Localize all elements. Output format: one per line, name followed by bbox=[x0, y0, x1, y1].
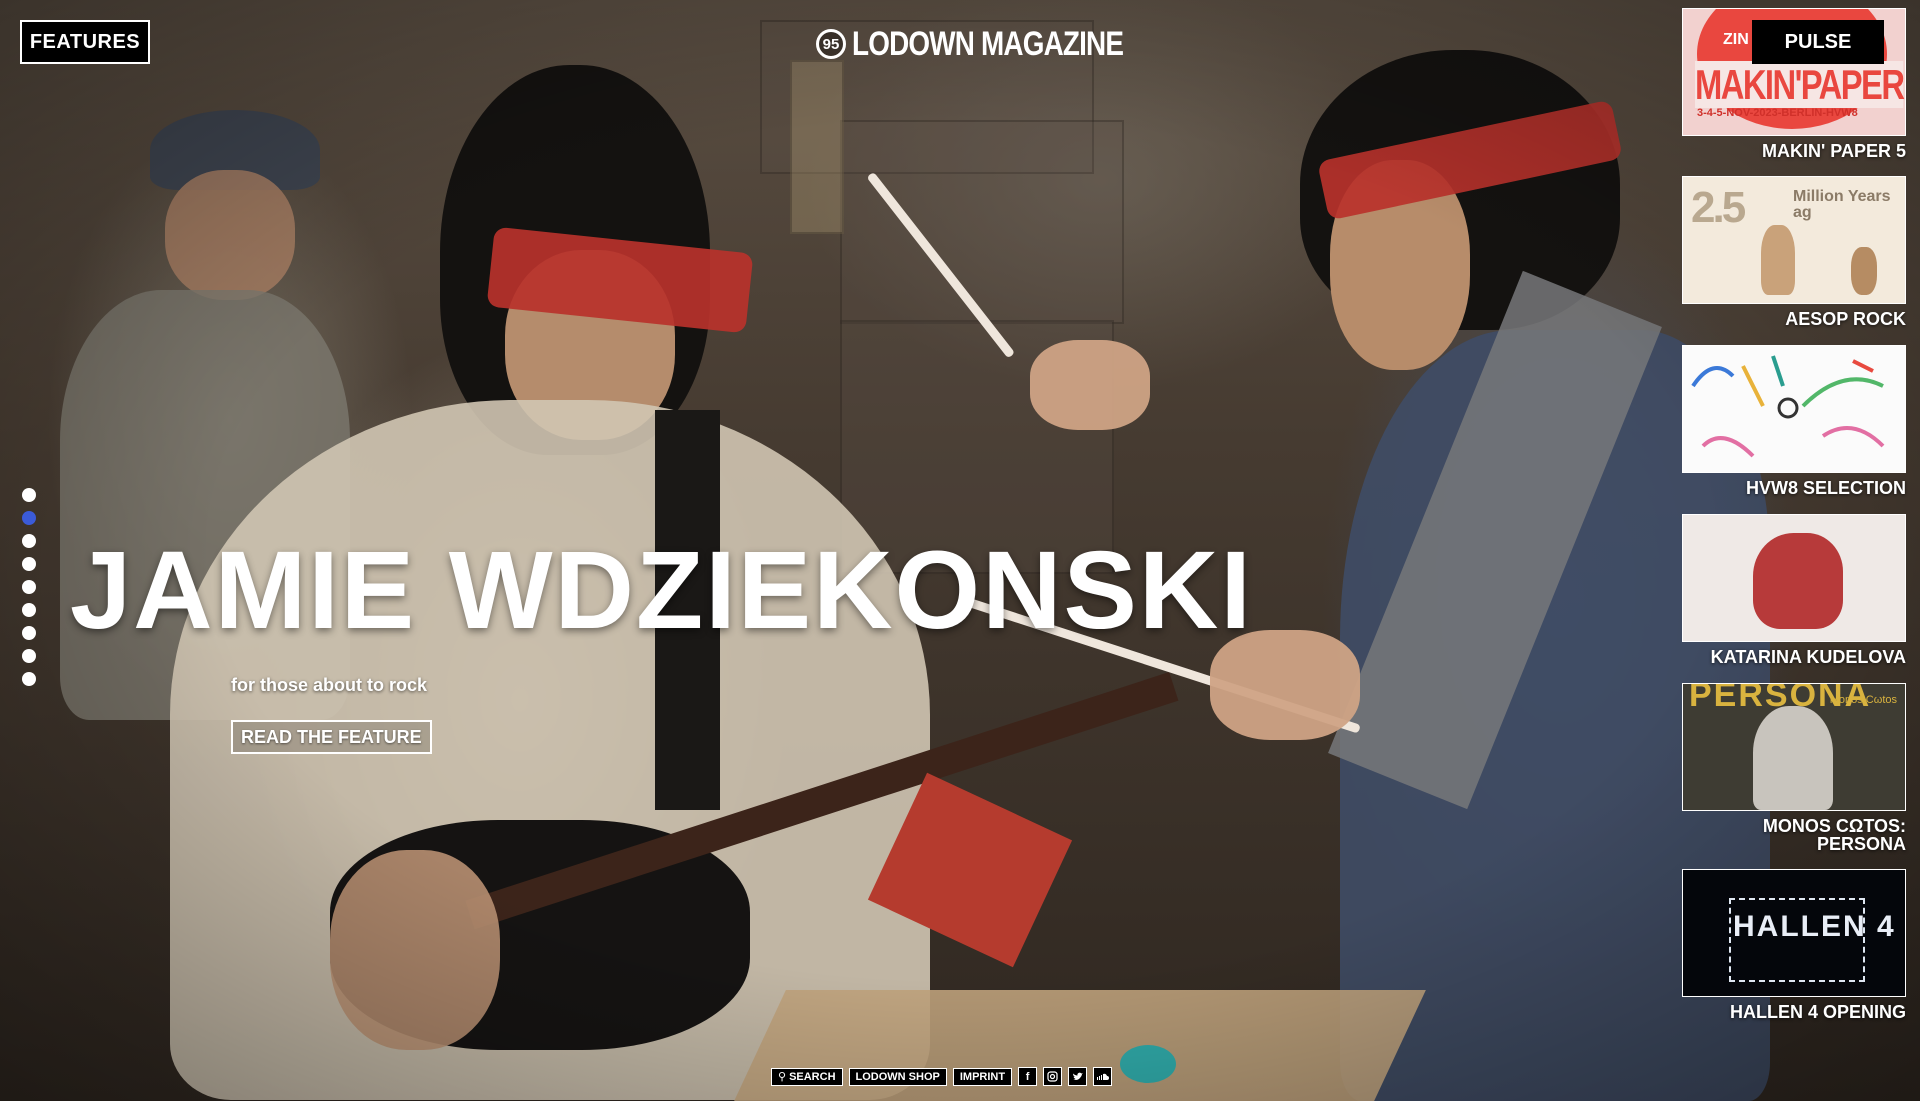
slider-dot-6[interactable] bbox=[22, 603, 36, 617]
pulse-card-label: MAKIN' PAPER 5 bbox=[1762, 141, 1906, 161]
site-logo[interactable]: 95 LODOWN MAGAZINE bbox=[816, 24, 1183, 64]
read-feature-button[interactable]: READ THE FEATURE bbox=[231, 720, 432, 754]
slider-dot-8[interactable] bbox=[22, 649, 36, 663]
slider-dot-7[interactable] bbox=[22, 626, 36, 640]
instagram-icon[interactable] bbox=[1043, 1067, 1063, 1086]
logo-badge: 95 bbox=[816, 29, 846, 59]
feature-title: JAMIE WDZIEKONSKI bbox=[70, 529, 1253, 652]
search-label: SEARCH bbox=[789, 1070, 836, 1083]
feature-subtitle: for those about to rock bbox=[231, 675, 428, 695]
slider-dot-4[interactable] bbox=[22, 557, 36, 571]
facebook-icon[interactable]: f bbox=[1018, 1067, 1038, 1086]
footer-nav: ⚲ SEARCH LODOWN SHOP IMPRINT f bbox=[771, 1067, 1113, 1086]
slider-dot-1[interactable] bbox=[22, 488, 36, 502]
pulse-card-aesop-rock[interactable]: 2.5 Million Years ag AESOP ROCK bbox=[1682, 176, 1906, 328]
logo-text: LODOWN MAGAZINE bbox=[852, 24, 1124, 63]
pulse-thumb bbox=[1682, 514, 1906, 642]
pulse-card-label: MONOS CΩTOS: PERSONA bbox=[1762, 816, 1906, 854]
search-button[interactable]: ⚲ SEARCH bbox=[771, 1067, 843, 1086]
slider-dot-3[interactable] bbox=[22, 534, 36, 548]
pulse-card-label: KATARINA KUDELOVA bbox=[1710, 647, 1906, 667]
pulse-card-monos-cotos[interactable]: PERSONA Monos Cωtos MONOS CΩTOS: PERSONA bbox=[1682, 683, 1906, 853]
slider-dot-5[interactable] bbox=[22, 580, 36, 594]
pulse-card-hallen-4[interactable]: HALLEN 4 HALLEN 4 OPENING bbox=[1682, 869, 1906, 1021]
pulse-thumb: HALLEN 4 bbox=[1682, 869, 1906, 997]
slider-dot-9[interactable] bbox=[22, 672, 36, 686]
features-button[interactable]: FEATURES bbox=[20, 20, 150, 64]
slider-dot-2[interactable] bbox=[22, 511, 36, 525]
pulse-card-katarina-kudelova[interactable]: KATARINA KUDELOVA bbox=[1682, 514, 1906, 666]
slider-dots bbox=[22, 488, 36, 686]
pulse-card-hvw8-selection[interactable]: HVW8 SELECTION bbox=[1682, 345, 1906, 497]
imprint-link[interactable]: IMPRINT bbox=[952, 1067, 1013, 1086]
pulse-card-label: HALLEN 4 OPENING bbox=[1729, 1002, 1906, 1022]
pulse-button[interactable]: PULSE bbox=[1752, 20, 1884, 64]
twitter-icon[interactable] bbox=[1068, 1067, 1088, 1086]
pulse-thumb: 2.5 Million Years ag bbox=[1682, 176, 1906, 304]
pulse-thumb bbox=[1682, 345, 1906, 473]
pulse-card-label: HVW8 SELECTION bbox=[1745, 478, 1906, 498]
soundcloud-icon[interactable] bbox=[1093, 1067, 1113, 1086]
shop-link[interactable]: LODOWN SHOP bbox=[848, 1067, 947, 1086]
pulse-thumb: PERSONA Monos Cωtos bbox=[1682, 683, 1906, 811]
pulse-card-label: AESOP ROCK bbox=[1785, 309, 1906, 329]
search-icon: ⚲ bbox=[778, 1071, 787, 1083]
